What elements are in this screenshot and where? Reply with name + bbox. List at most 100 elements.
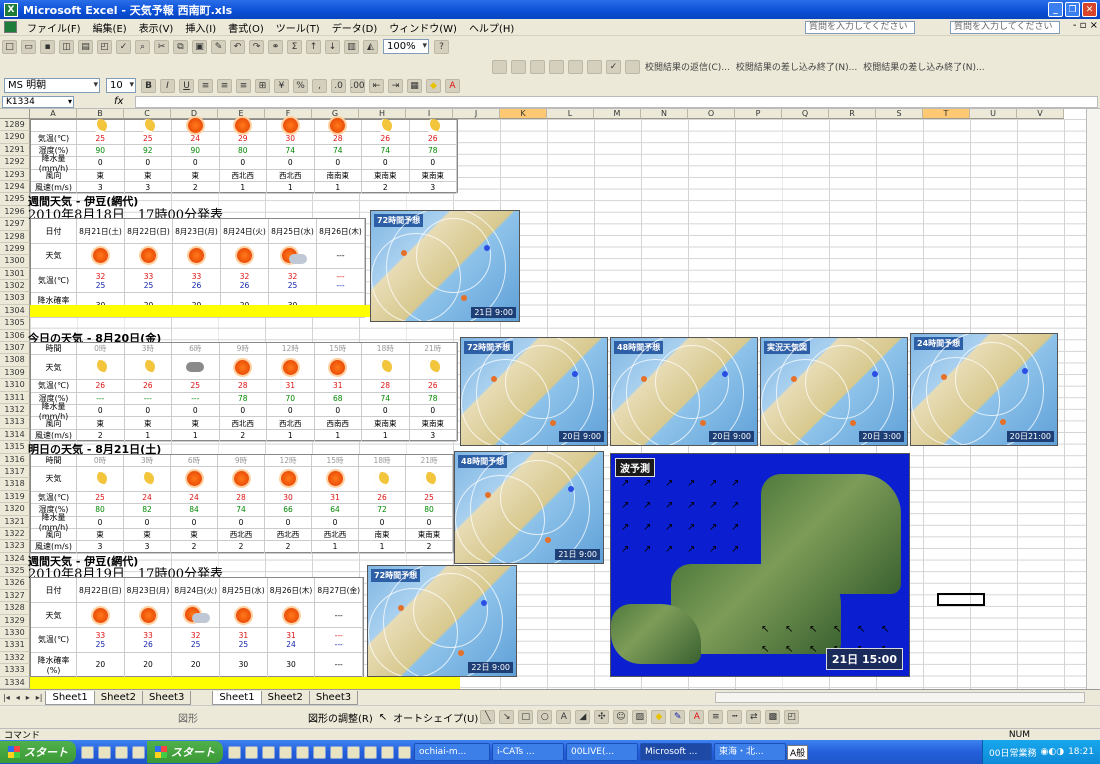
italic-icon[interactable]: I — [160, 78, 175, 93]
tomorrow-cell[interactable]: 0 — [265, 516, 312, 528]
today-cell[interactable]: 12時 — [267, 343, 315, 355]
weekly2-cell[interactable]: --- — [315, 603, 364, 628]
tomorrow-cell[interactable]: 東 — [77, 528, 124, 541]
weekly1-cell[interactable]: 32 25 — [269, 268, 317, 293]
today-cell[interactable]: 25 — [172, 380, 220, 392]
line-icon[interactable]: ╲ — [480, 710, 496, 724]
weekly1-cell[interactable] — [125, 243, 173, 268]
previous-cell[interactable]: 2 — [362, 181, 410, 194]
help-search-2[interactable]: 質問を入力してください — [950, 21, 1060, 34]
tomorrow-cell[interactable]: 西北西 — [218, 528, 265, 541]
tomorrow-cell[interactable]: 1 — [312, 541, 359, 553]
weekly2-cell[interactable]: 8月22日(日) — [77, 578, 125, 603]
chart-wizard-icon[interactable]: ▥ — [344, 39, 359, 54]
row-header[interactable]: 1303 — [0, 292, 30, 305]
row-header[interactable]: 1326 — [0, 577, 30, 590]
weekly1-cell[interactable] — [77, 243, 125, 268]
weekly1-cell[interactable]: 8月23日(月) — [173, 219, 221, 243]
tomorrow-cell[interactable]: 25 — [77, 491, 124, 504]
today-cell[interactable]: 15時 — [315, 343, 362, 355]
tab-nav-prev-icon[interactable]: ◂ — [16, 693, 20, 702]
row-header[interactable]: 1306 — [0, 329, 30, 343]
weekly1-cell[interactable] — [221, 243, 269, 268]
today-cell[interactable]: 68 — [315, 392, 362, 404]
borders-icon[interactable]: ▦ — [407, 78, 422, 93]
tomorrow-cell[interactable]: 0 — [312, 516, 359, 528]
menu-view[interactable]: 表示(V) — [133, 20, 180, 35]
column-header-k[interactable]: K — [500, 109, 547, 119]
autosum-icon[interactable]: Σ — [287, 39, 302, 54]
today-cell[interactable]: 3時 — [125, 343, 172, 355]
today-cell[interactable]: 東 — [125, 417, 172, 429]
tomorrow-cell[interactable]: 21時 — [406, 454, 453, 466]
weekly2-cell[interactable]: 33 26 — [125, 628, 173, 652]
end-review-2[interactable]: 校閲結果の差し込み終了(N)... — [863, 60, 984, 73]
tomorrow-cell[interactable] — [171, 466, 218, 491]
tab-sheet1[interactable]: Sheet1 — [45, 690, 95, 705]
copy-icon[interactable]: ⧉ — [173, 39, 188, 54]
select-objects-icon[interactable]: ↖ — [379, 712, 387, 723]
column-header-h[interactable]: H — [359, 109, 406, 119]
decrease-indent-icon[interactable]: ⇤ — [369, 78, 384, 93]
weekly2-cell[interactable]: 8月27日(金) — [315, 578, 364, 603]
tomorrow-cell[interactable]: 3 — [77, 541, 124, 553]
today-cell[interactable]: --- — [77, 392, 125, 404]
help-icon[interactable]: ? — [434, 39, 449, 54]
row-header[interactable]: 1312 — [0, 404, 30, 417]
weekly1-cell[interactable] — [173, 243, 221, 268]
row-header[interactable]: 1290 — [0, 131, 30, 144]
previous-weather-cell[interactable] — [410, 118, 457, 133]
format-painter-icon[interactable]: ✎ — [211, 39, 226, 54]
quicklaunch-icon-10[interactable] — [313, 745, 326, 759]
today-cell[interactable]: --- — [125, 392, 172, 404]
tomorrow-cell[interactable]: 2 — [265, 541, 312, 553]
previous-weather-cell[interactable] — [267, 118, 315, 134]
tab-sheet2[interactable]: Sheet2 — [93, 690, 144, 705]
today-cell[interactable]: 0 — [220, 404, 267, 417]
dash-style-icon[interactable]: ┅ — [727, 710, 743, 724]
row-header[interactable]: 1309 — [0, 366, 30, 380]
tomorrow-cell[interactable]: 24 — [124, 491, 171, 504]
tomorrow-cell[interactable]: 東 — [171, 528, 218, 541]
tomorrow-cell[interactable] — [218, 466, 265, 491]
tab-nav-last-icon[interactable]: ▸| — [36, 693, 43, 702]
tomorrow-cell[interactable]: 31 — [312, 491, 359, 504]
weekly2-cell[interactable]: 8月23日(月) — [125, 578, 173, 603]
today-cell[interactable]: 28 — [362, 380, 410, 392]
name-box[interactable]: K1334 — [2, 95, 74, 108]
increase-decimal-icon[interactable]: .0 — [331, 78, 346, 93]
column-header-o[interactable]: O — [688, 109, 735, 119]
row-header[interactable]: 1325 — [0, 565, 30, 578]
sort-asc-icon[interactable]: ↑ — [306, 39, 321, 54]
quicklaunch-icon-1[interactable] — [81, 745, 94, 759]
tomorrow-cell[interactable]: 2 — [406, 541, 453, 553]
tomorrow-cell[interactable]: 東南東 — [406, 528, 453, 541]
weekly2-cell[interactable]: --- — [315, 652, 364, 677]
tomorrow-cell[interactable]: 74 — [218, 504, 265, 516]
row-header[interactable]: 1328 — [0, 602, 30, 615]
menu-edit[interactable]: 編集(E) — [87, 20, 133, 35]
today-cell[interactable] — [220, 355, 267, 380]
print-icon[interactable]: ▤ — [78, 39, 93, 54]
arrow-icon[interactable]: ↘ — [499, 710, 515, 724]
column-header-p[interactable]: P — [735, 109, 782, 119]
weekly2-cell[interactable]: 30 — [220, 652, 268, 677]
today-cell[interactable] — [315, 355, 362, 380]
quicklaunch-icon-2[interactable] — [98, 745, 111, 759]
rectangle-icon[interactable]: □ — [518, 710, 534, 724]
previous-cell[interactable]: 90 — [172, 144, 220, 157]
clipart-icon[interactable]: ☺ — [613, 710, 629, 724]
weather-map[interactable]: 24時間予想 20日21:00 — [910, 333, 1058, 446]
column-header-t[interactable]: T — [923, 109, 970, 119]
row-header[interactable]: 1304 — [0, 304, 30, 318]
row-header[interactable]: 1297 — [0, 218, 30, 231]
tomorrow-cell[interactable]: 6時 — [171, 454, 218, 466]
today-cell[interactable]: 74 — [362, 392, 410, 404]
weekly2-cell[interactable]: 20 — [172, 652, 221, 677]
previous-cell[interactable]: 西北西 — [220, 169, 267, 181]
tomorrow-cell[interactable]: 2 — [171, 541, 218, 553]
tab-sheet1-b[interactable]: Sheet1 — [212, 690, 262, 705]
workbook-icon[interactable] — [4, 21, 17, 33]
row-header[interactable]: 1291 — [0, 143, 30, 157]
active-cell[interactable] — [937, 593, 985, 606]
